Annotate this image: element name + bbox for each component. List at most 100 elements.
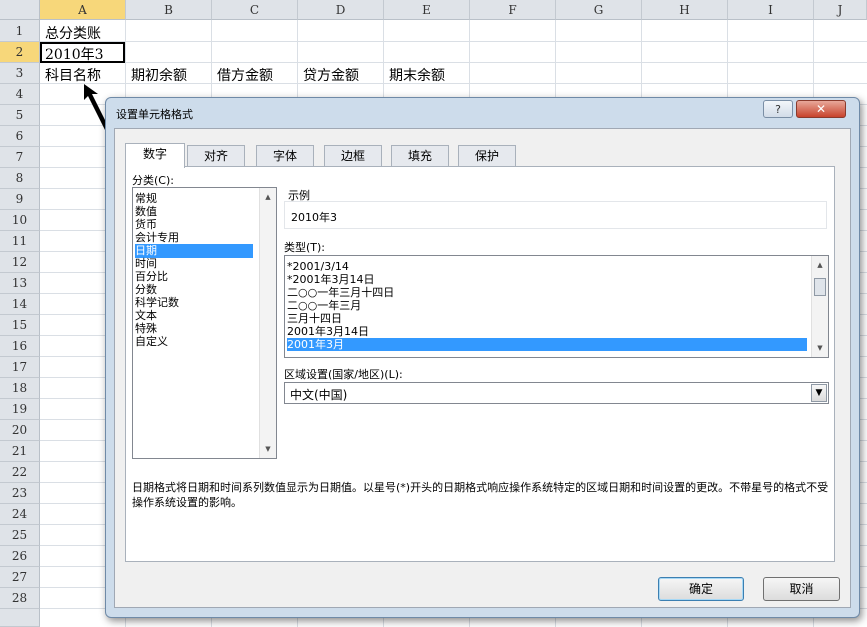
select-all-corner[interactable] (0, 0, 40, 20)
gridline (40, 41, 867, 42)
active-cell-cursor (40, 42, 125, 63)
scroll-up-icon[interactable]: ▲ (260, 190, 276, 204)
row-header-9[interactable]: 9 (0, 189, 40, 210)
ok-button[interactable]: 确定 (658, 577, 744, 601)
category-accounting[interactable]: 会计专用 (135, 231, 253, 245)
scroll-thumb[interactable] (814, 278, 826, 296)
type-label: 类型(T): (284, 241, 326, 254)
scroll-down-icon[interactable]: ▼ (260, 442, 276, 456)
column-header-d[interactable]: D (298, 0, 384, 20)
column-header-j[interactable]: J (814, 0, 867, 20)
dialog-body: 数字 对齐 字体 边框 填充 保护 分类(C): 常规 数值 货币 会计专用 日… (114, 128, 851, 608)
row-header-27[interactable]: 27 (0, 567, 40, 588)
cancel-button[interactable]: 取消 (763, 577, 840, 601)
row-header-17[interactable]: 17 (0, 357, 40, 378)
scroll-down-icon[interactable]: ▼ (812, 341, 828, 355)
category-time[interactable]: 时间 (135, 257, 253, 271)
row-header-29[interactable] (0, 609, 40, 627)
cell-c3[interactable]: 借方金额 (217, 65, 273, 85)
sample-box: 2010年3 (284, 201, 827, 229)
row-header-5[interactable]: 5 (0, 105, 40, 126)
row-header-19[interactable]: 19 (0, 399, 40, 420)
column-header-a[interactable]: A (40, 0, 126, 20)
row-header-14[interactable]: 14 (0, 294, 40, 315)
cell-e3[interactable]: 期末余额 (389, 65, 445, 85)
row-header-22[interactable]: 22 (0, 462, 40, 483)
row-header-8[interactable]: 8 (0, 168, 40, 189)
type-option-selected[interactable]: 2001年3月 (287, 338, 807, 351)
scroll-up-icon[interactable]: ▲ (812, 258, 828, 272)
category-percentage[interactable]: 百分比 (135, 270, 253, 284)
column-header-i[interactable]: I (728, 0, 814, 20)
category-label: 分类(C): (132, 174, 174, 187)
locale-value: 中文(中国) (290, 388, 348, 402)
category-list[interactable]: 常规 数值 货币 会计专用 日期 时间 百分比 分数 科学记数 文本 特殊 自定… (132, 187, 277, 459)
row-header-7[interactable]: 7 (0, 147, 40, 168)
row-header-12[interactable]: 12 (0, 252, 40, 273)
row-header-25[interactable]: 25 (0, 525, 40, 546)
dialog-titlebar[interactable]: 设置单元格格式 ? ✕ (106, 98, 859, 128)
number-tab-panel: 分类(C): 常规 数值 货币 会计专用 日期 时间 百分比 分数 科学记数 文… (125, 166, 835, 562)
category-scrollbar[interactable]: ▲ ▼ (259, 188, 276, 458)
row-header-21[interactable]: 21 (0, 441, 40, 462)
locale-select[interactable]: 中文(中国) ▼ (284, 382, 829, 404)
category-scientific[interactable]: 科学记数 (135, 296, 253, 310)
column-header-h[interactable]: H (642, 0, 728, 20)
type-option[interactable]: 二○○一年三月十四日 (287, 286, 807, 299)
help-button[interactable]: ? (763, 100, 793, 118)
category-custom[interactable]: 自定义 (135, 335, 253, 349)
row-header-26[interactable]: 26 (0, 546, 40, 567)
column-header-b[interactable]: B (126, 0, 212, 20)
close-button[interactable]: ✕ (796, 100, 846, 118)
tab-font[interactable]: 字体 (256, 145, 314, 167)
type-option[interactable]: 三月十四日 (287, 312, 807, 325)
row-header-18[interactable]: 18 (0, 378, 40, 399)
row-header-2[interactable]: 2 (0, 42, 40, 63)
gridline (40, 62, 867, 63)
column-header-f[interactable]: F (470, 0, 556, 20)
row-header-13[interactable]: 13 (0, 273, 40, 294)
category-text[interactable]: 文本 (135, 309, 253, 323)
row-header-16[interactable]: 16 (0, 336, 40, 357)
category-special[interactable]: 特殊 (135, 322, 253, 336)
cell-b3[interactable]: 期初余额 (131, 65, 187, 85)
type-option[interactable]: 二○○一年三月 (287, 299, 807, 312)
tab-alignment[interactable]: 对齐 (187, 145, 245, 167)
row-header-1[interactable]: 1 (0, 20, 40, 42)
chevron-down-icon[interactable]: ▼ (811, 384, 827, 402)
row-header-23[interactable]: 23 (0, 483, 40, 504)
tab-fill[interactable]: 填充 (391, 145, 449, 167)
row-header-28[interactable]: 28 (0, 588, 40, 609)
dialog-title: 设置单元格格式 (116, 108, 193, 121)
cell-d3[interactable]: 贷方金额 (303, 65, 359, 85)
row-header-20[interactable]: 20 (0, 420, 40, 441)
row-header-3[interactable]: 3 (0, 63, 40, 84)
format-description: 日期格式将日期和时间系列数值显示为日期值。以星号(*)开头的日期格式响应操作系统… (132, 481, 829, 509)
category-date[interactable]: 日期 (135, 244, 253, 258)
column-header-c[interactable]: C (212, 0, 298, 20)
category-currency[interactable]: 货币 (135, 218, 253, 232)
type-list[interactable]: *2001/3/14 *2001年3月14日 二○○一年三月十四日 二○○一年三… (284, 255, 829, 358)
format-cells-dialog: 设置单元格格式 ? ✕ 数字 对齐 字体 边框 填充 保护 分类(C): 常规 … (105, 97, 860, 618)
tab-number[interactable]: 数字 (125, 143, 185, 168)
type-option[interactable]: *2001/3/14 (287, 260, 807, 273)
column-header-e[interactable]: E (384, 0, 470, 20)
type-option[interactable]: *2001年3月14日 (287, 273, 807, 286)
tab-protection[interactable]: 保护 (458, 145, 516, 167)
row-header-6[interactable]: 6 (0, 126, 40, 147)
cell-a1[interactable]: 总分类账 (45, 23, 101, 43)
locale-label: 区域设置(国家/地区)(L): (284, 368, 403, 381)
row-header-11[interactable]: 11 (0, 231, 40, 252)
category-number[interactable]: 数值 (135, 205, 253, 219)
column-header-g[interactable]: G (556, 0, 642, 20)
sample-value: 2010年3 (291, 211, 337, 224)
row-header-10[interactable]: 10 (0, 210, 40, 231)
category-general[interactable]: 常规 (135, 192, 253, 206)
category-fraction[interactable]: 分数 (135, 283, 253, 297)
row-header-4[interactable]: 4 (0, 84, 40, 105)
type-scrollbar[interactable]: ▲ ▼ (811, 256, 828, 357)
row-header-15[interactable]: 15 (0, 315, 40, 336)
row-header-24[interactable]: 24 (0, 504, 40, 525)
type-option[interactable]: 2001年3月14日 (287, 325, 807, 338)
tab-border[interactable]: 边框 (324, 145, 382, 167)
